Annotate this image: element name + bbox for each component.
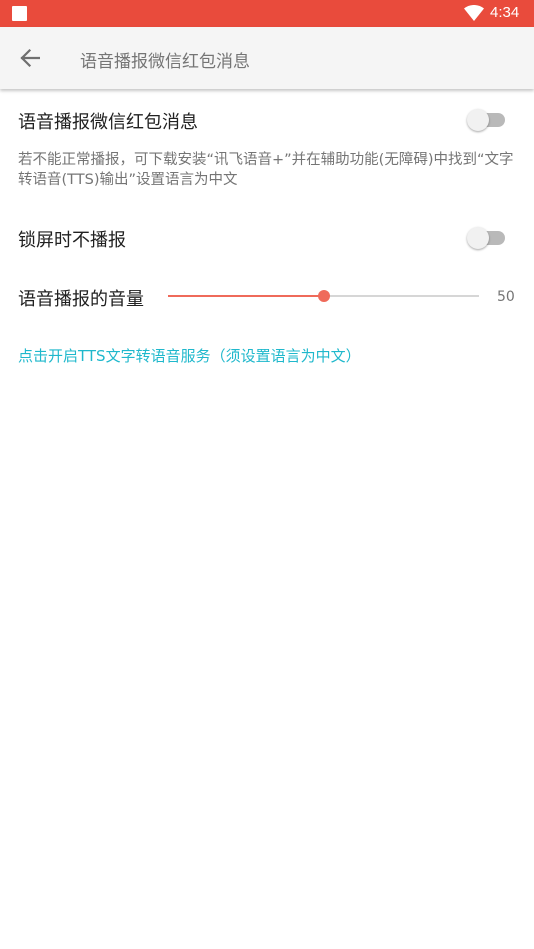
- page-title: 语音播报微信红包消息: [80, 52, 250, 72]
- setting-lock-screen-title: 锁屏时不播报: [18, 230, 126, 251]
- voice-broadcast-toggle[interactable]: [467, 106, 507, 132]
- notification-square-icon: [12, 6, 27, 21]
- back-button[interactable]: [10, 38, 50, 78]
- wifi-icon: [464, 5, 484, 21]
- slider-fill: [168, 295, 324, 297]
- setting-voice-broadcast-title: 语音播报微信红包消息: [18, 112, 198, 133]
- tts-service-link[interactable]: 点击开启TTS文字转语音服务（须设置语言为中文）: [18, 345, 361, 366]
- slider-thumb[interactable]: [317, 290, 330, 302]
- status-bar: 4:34: [0, 0, 534, 27]
- volume-slider[interactable]: [168, 286, 479, 306]
- volume-value: 50: [497, 289, 515, 305]
- lock-screen-toggle[interactable]: [467, 224, 507, 250]
- toggle-thumb: [467, 109, 489, 131]
- status-time: 4:34: [490, 4, 520, 21]
- setting-volume-title: 语音播报的音量: [18, 289, 144, 310]
- arrow-back-icon: [20, 48, 40, 68]
- app-bar: 语音播报微信红包消息: [0, 27, 534, 89]
- setting-voice-broadcast-description: 若不能正常播报，可下载安装“讯飞语音+”并在辅助功能(无障碍)中找到“文字转语音…: [18, 152, 514, 188]
- toggle-thumb: [467, 227, 489, 249]
